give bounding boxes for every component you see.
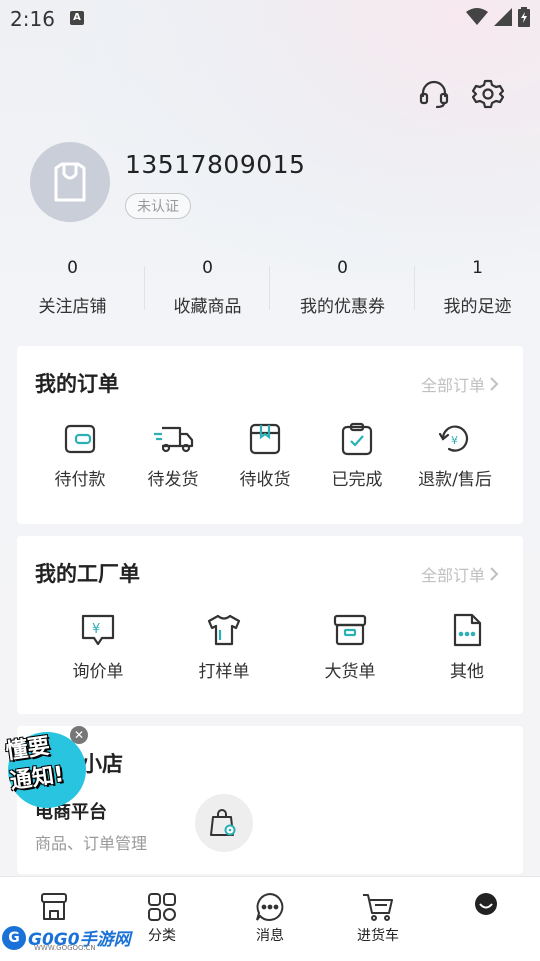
factory-inquiry[interactable]: ¥ 询价单 xyxy=(17,612,179,682)
factory-all-label: 全部订单 xyxy=(420,566,485,585)
store-description: 商品、订单管理 xyxy=(35,834,148,853)
cart-icon xyxy=(363,894,393,921)
orders-row: 待付款 待发货 待收货 已完成 ¥ 退款/售后 xyxy=(17,422,523,490)
stat-label: 我的足迹 xyxy=(443,297,512,317)
truck-icon xyxy=(154,426,194,453)
stat-favorite-products[interactable]: 0 收藏商品 xyxy=(145,258,270,317)
package-icon xyxy=(249,423,281,455)
stat-label: 关注店铺 xyxy=(38,297,107,317)
tab-label: 消息 xyxy=(256,928,284,944)
factory-sample[interactable]: 打样单 xyxy=(179,612,269,682)
header-actions xyxy=(418,78,504,110)
status-icons xyxy=(466,7,530,27)
stats-row: 0 关注店铺 0 收藏商品 0 我的优惠券 1 我的足迹 xyxy=(0,258,540,317)
order-refund[interactable]: ¥ 退款/售后 xyxy=(387,422,523,490)
item-label: 询价单 xyxy=(72,662,124,682)
clipboard-check-icon xyxy=(341,422,373,456)
watermark-overlay-text: 进货车 电商 微信 xyxy=(404,932,488,945)
shopping-bag-icon xyxy=(54,162,86,202)
item-label: 大货单 xyxy=(324,662,376,682)
bag-settings-icon xyxy=(210,809,236,836)
factory-other[interactable]: 其他 xyxy=(431,612,503,682)
item-label: 待付款 xyxy=(54,470,106,490)
factory-all-link[interactable]: 全部订单 xyxy=(421,562,499,586)
watermark-mark: G xyxy=(2,926,26,950)
stat-label: 收藏商品 xyxy=(173,297,242,317)
battery-icon xyxy=(518,7,530,27)
stat-value: 0 xyxy=(67,258,78,278)
order-completed[interactable]: 已完成 xyxy=(327,422,387,490)
document-icon xyxy=(453,613,482,647)
promo-float-badge[interactable]: 懂要 通知! ✕ xyxy=(4,726,90,810)
item-label: 已完成 xyxy=(331,470,383,490)
svg-text:¥: ¥ xyxy=(451,434,458,447)
watermark-url: WWW.GOGOO.CN xyxy=(34,944,96,952)
promo-text: 懂要 通知! xyxy=(4,731,66,798)
avatar[interactable] xyxy=(30,142,110,222)
orders-title: 我的订单 xyxy=(35,372,119,396)
grid-icon xyxy=(148,893,176,921)
verification-badge[interactable]: 未认证 xyxy=(125,193,191,219)
tab-messages[interactable]: 消息 xyxy=(216,877,324,961)
item-label: 打样单 xyxy=(198,662,250,682)
chat-icon xyxy=(256,892,284,921)
stat-coupons[interactable]: 0 我的优惠券 xyxy=(270,258,415,317)
factory-bulk[interactable]: 大货单 xyxy=(269,612,431,682)
orders-card: 我的订单 全部订单 待付款 待发货 待收货 已完成 ¥ 退款/售后 xyxy=(17,346,523,524)
signal-icon xyxy=(494,8,512,26)
chevron-right-icon xyxy=(490,567,499,581)
store-card: 小店 电商平台 商品、订单管理 xyxy=(17,726,523,874)
profile-face-icon xyxy=(475,893,497,915)
item-label: 待收货 xyxy=(239,470,291,490)
store-manage-button[interactable] xyxy=(195,794,253,852)
order-pending-shipment[interactable]: 待发货 xyxy=(143,422,203,490)
box-icon xyxy=(333,614,367,646)
tab-profile[interactable] xyxy=(432,877,540,961)
factory-row: ¥ 询价单 打样单 大货单 其他 xyxy=(17,612,523,682)
chevron-right-icon xyxy=(490,377,499,391)
order-pending-receipt[interactable]: 待收货 xyxy=(203,422,327,490)
stat-footprint[interactable]: 1 我的足迹 xyxy=(415,258,540,317)
orders-all-label: 全部订单 xyxy=(420,376,485,395)
stat-value: 0 xyxy=(337,258,348,278)
headset-icon[interactable] xyxy=(418,78,450,110)
status-bar: 2:16 A xyxy=(0,0,540,36)
wifi-icon xyxy=(466,8,488,25)
close-icon[interactable]: ✕ xyxy=(70,726,88,744)
item-label: 待发货 xyxy=(147,470,199,490)
item-label: 退款/售后 xyxy=(418,470,492,490)
tshirt-icon xyxy=(207,614,241,646)
stat-value: 0 xyxy=(202,258,213,278)
status-time: 2:16 xyxy=(10,7,55,31)
watermark-logo: G G0G0手游网 WWW.GOGOO.CN xyxy=(2,922,131,952)
stat-followed-stores[interactable]: 0 关注店铺 xyxy=(0,258,145,317)
refund-icon: ¥ xyxy=(438,425,469,452)
order-pending-payment[interactable]: 待付款 xyxy=(17,422,143,490)
factory-title: 我的工厂单 xyxy=(35,562,140,586)
item-label: 其他 xyxy=(450,662,484,682)
orders-all-link[interactable]: 全部订单 xyxy=(421,372,499,396)
notification-icon: A xyxy=(70,11,84,25)
stat-label: 我的优惠券 xyxy=(300,297,385,317)
factory-card: 我的工厂单 全部订单 ¥ 询价单 打样单 大货单 其他 xyxy=(17,536,523,714)
tab-cart[interactable]: 进货车 xyxy=(324,877,432,961)
svg-text:¥: ¥ xyxy=(92,622,100,637)
wallet-icon xyxy=(64,424,96,454)
user-phone: 13517809015 xyxy=(125,150,306,179)
gear-icon[interactable] xyxy=(472,78,504,110)
store-icon xyxy=(41,893,67,920)
stat-value: 1 xyxy=(472,258,483,278)
price-chat-icon: ¥ xyxy=(81,614,115,646)
